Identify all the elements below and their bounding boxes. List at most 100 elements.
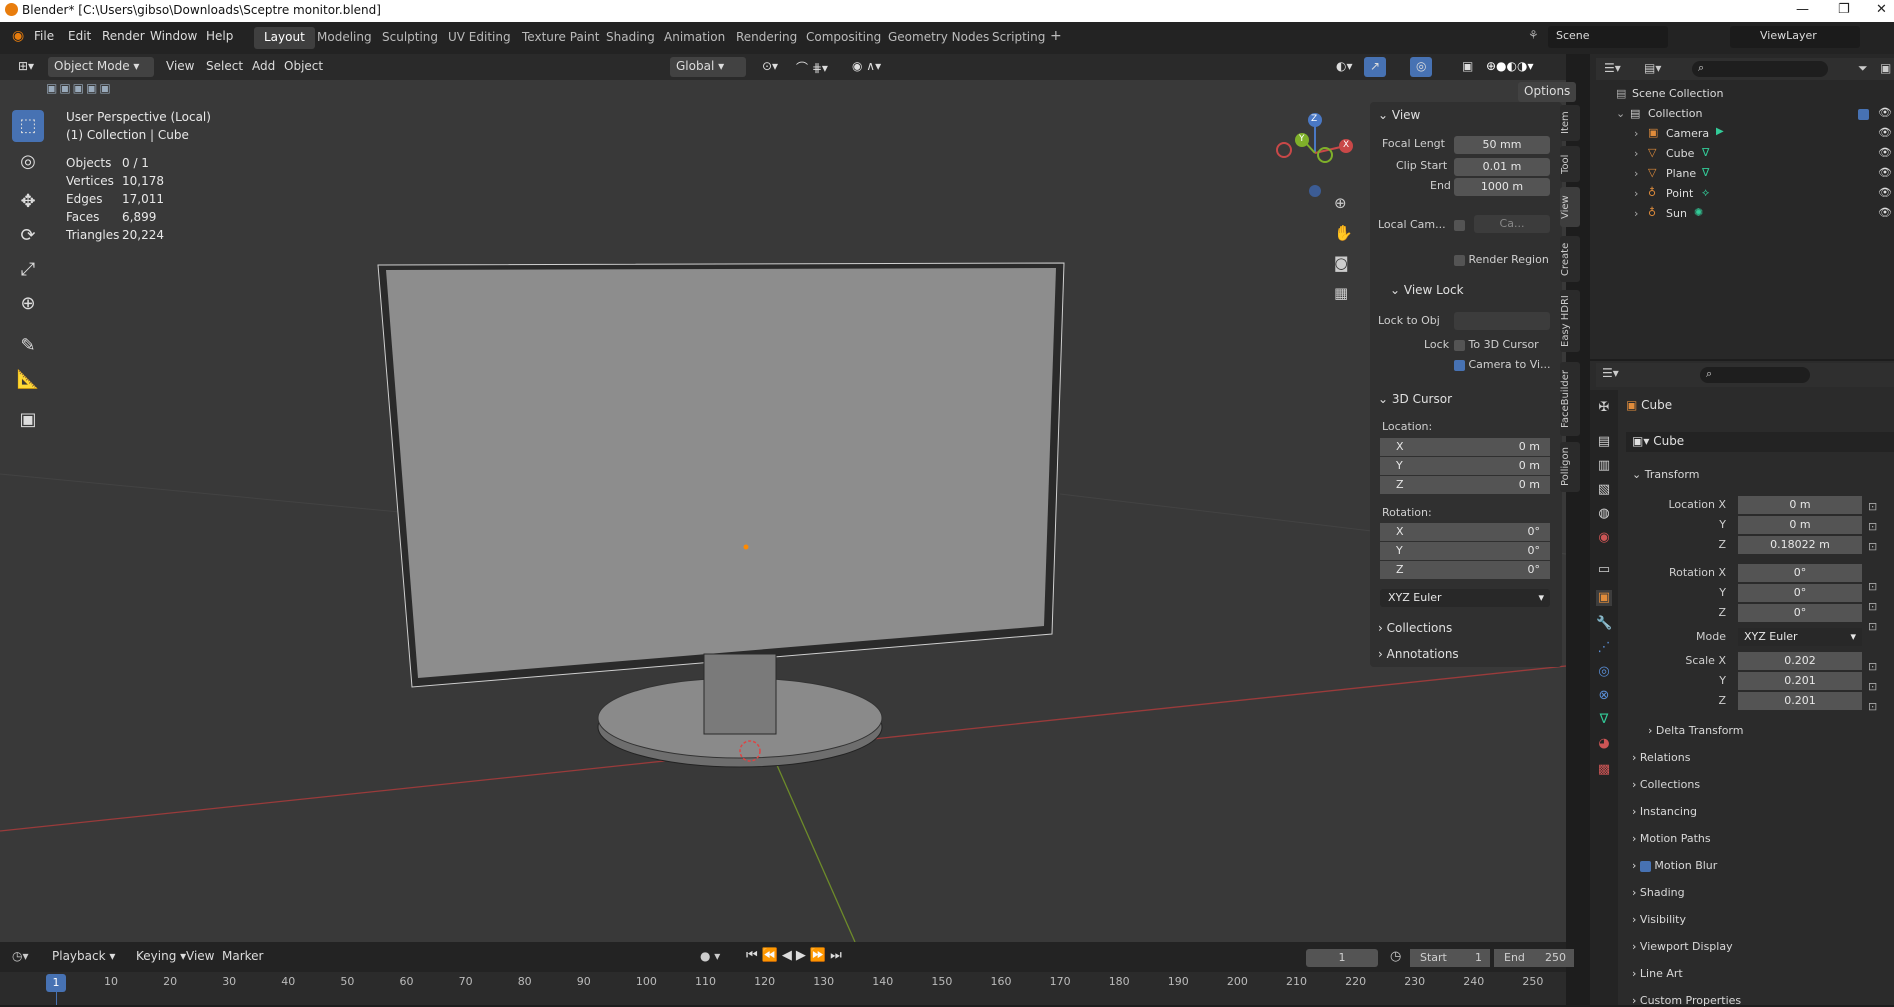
menu-add[interactable]: Add — [246, 57, 281, 77]
annotations-section[interactable]: › Annotations — [1378, 647, 1459, 661]
tab-animation[interactable]: Animation — [654, 27, 735, 49]
cursor-rotation-x[interactable]: X 0° — [1380, 523, 1550, 541]
clip-start-field[interactable]: 0.01 m — [1454, 158, 1550, 176]
modifier-tab-icon[interactable]: 🔧 — [1596, 616, 1612, 632]
scale-x-field[interactable]: 0.202 — [1738, 652, 1862, 670]
relations-section[interactable]: › Relations — [1632, 751, 1690, 764]
3d-cursor-header[interactable]: ⌄ 3D Cursor — [1378, 392, 1452, 406]
menu-window[interactable]: Window — [150, 29, 197, 43]
tab-modeling[interactable]: Modeling — [307, 27, 382, 49]
instancing-section[interactable]: › Instancing — [1632, 805, 1697, 818]
rotation-mode-dropdown[interactable]: XYZ Euler ▾ — [1380, 589, 1550, 607]
measure-icon[interactable]: 📐 — [12, 364, 44, 396]
rotation-y-field[interactable]: 0° — [1738, 584, 1862, 602]
visibility-icon[interactable]: ◐▾ — [1330, 57, 1359, 77]
collection-row[interactable]: ⌄ ▤ Collection 👁 — [1590, 104, 1894, 124]
options-dropdown[interactable]: Options — [1518, 82, 1577, 102]
tab-polligon[interactable]: Polligon — [1560, 442, 1580, 492]
local-camera-field[interactable]: Ca... — [1474, 215, 1550, 233]
focal-length-field[interactable]: 50 mm — [1454, 136, 1550, 154]
overlay-toggle-icon[interactable]: ◎ — [1410, 57, 1433, 77]
rotate-icon[interactable]: ⟳ — [12, 220, 44, 252]
menu-help[interactable]: Help — [206, 29, 233, 43]
outliner-search-input[interactable]: ⌕ — [1692, 61, 1828, 77]
local-camera-checkbox[interactable] — [1454, 218, 1465, 232]
view-menu[interactable]: View — [180, 947, 220, 967]
shading-modes-icon[interactable]: ⊕●◐◑▾ — [1480, 57, 1540, 77]
editor-type-icon[interactable]: ⊞▾ — [12, 57, 40, 77]
clip-end-field[interactable]: 1000 m — [1454, 178, 1550, 196]
scene-tab-icon[interactable]: ◍ — [1596, 506, 1612, 522]
eye-icon[interactable]: 👁 — [1878, 106, 1892, 119]
cursor-location-x[interactable]: X 0 m — [1380, 438, 1550, 456]
lock-to-3d-cursor-toggle[interactable]: To 3D Cursor — [1454, 338, 1539, 351]
viewlayer-field[interactable]: ViewLayer — [1730, 26, 1860, 48]
shading-section[interactable]: › Shading — [1632, 886, 1685, 899]
add-workspace-icon[interactable]: + — [1050, 28, 1062, 44]
proportional-edit-icon[interactable]: ◉ ∧▾ — [846, 57, 887, 77]
expand-icon[interactable]: ⌄ — [1616, 107, 1625, 120]
view-section-header[interactable]: ⌄ View — [1378, 108, 1420, 122]
physics-tab-icon[interactable]: ◎ — [1596, 664, 1612, 680]
collections-section[interactable]: › Collections — [1632, 778, 1700, 791]
minimize-icon[interactable]: — — [1796, 2, 1809, 17]
custom-properties-section[interactable]: › Custom Properties — [1632, 994, 1741, 1007]
output-tab-icon[interactable]: ▥ — [1596, 458, 1612, 474]
rotation-z-field[interactable]: 0° — [1738, 604, 1862, 622]
menu-select[interactable]: Select — [200, 57, 249, 77]
scene-field[interactable]: Scene — [1548, 26, 1668, 48]
pan-hand-icon[interactable]: ✋ — [1334, 224, 1353, 242]
object-name-field[interactable]: ▣▾ Cube — [1626, 432, 1894, 452]
close-icon[interactable]: ✕ — [1876, 2, 1887, 17]
eye-icon[interactable]: 👁 — [1878, 186, 1892, 199]
view-layer-tab-icon[interactable]: ▧ — [1596, 482, 1612, 498]
particles-tab-icon[interactable]: ⋰ — [1596, 640, 1612, 656]
viewport-display-section[interactable]: › Viewport Display — [1632, 940, 1733, 953]
move-icon[interactable]: ✥ — [12, 186, 44, 218]
select-box-icon[interactable]: ⬚ — [12, 110, 44, 142]
playhead-marker[interactable]: 1 — [46, 974, 66, 992]
constraints-tab-icon[interactable]: ⊗ — [1596, 688, 1612, 704]
filter-icon[interactable]: ⏷ — [1858, 61, 1868, 76]
eye-icon[interactable]: 👁 — [1878, 166, 1892, 179]
end-frame-field[interactable]: End 250 — [1494, 949, 1574, 967]
view-lock-header[interactable]: ⌄ View Lock — [1390, 283, 1464, 297]
motion-paths-section[interactable]: › Motion Paths — [1632, 832, 1711, 845]
editor-type-icon[interactable]: ◷▾ — [12, 949, 29, 963]
start-frame-field[interactable]: Start 1 — [1410, 949, 1490, 967]
menu-edit[interactable]: Edit — [68, 29, 91, 43]
transform-section-header[interactable]: ⌄ Transform — [1632, 468, 1699, 481]
add-cube-icon[interactable]: ▣ — [12, 404, 44, 436]
display-mode-icon[interactable]: ▤▾ — [1644, 61, 1661, 75]
collection-tab-icon[interactable]: ▭ — [1596, 562, 1612, 578]
expand-icon[interactable]: › — [1634, 187, 1638, 200]
menu-view[interactable]: View — [160, 57, 200, 77]
select-mode-icons[interactable]: ▣▣▣▣▣ — [46, 81, 140, 97]
scale-z-field[interactable]: 0.201 — [1738, 692, 1862, 710]
tab-tool[interactable]: Tool — [1560, 146, 1580, 182]
blender-menu-icon[interactable]: ◉ — [12, 28, 24, 44]
tab-compositing[interactable]: Compositing — [796, 27, 891, 49]
cursor-icon[interactable]: ◎ — [12, 146, 44, 178]
editor-type-icon[interactable]: ☰▾ — [1604, 61, 1621, 75]
outliner-item-camera[interactable]: › ▣ Camera ▶ 👁 — [1590, 124, 1894, 144]
tab-view[interactable]: View — [1560, 187, 1580, 227]
properties-search-input[interactable]: ⌕ — [1700, 367, 1810, 383]
outliner-item-sun[interactable]: › ♁ Sun ✺ 👁 — [1590, 204, 1894, 224]
gizmo-toggle-icon[interactable]: ↗ — [1364, 57, 1387, 77]
cursor-rotation-y[interactable]: Y 0° — [1380, 542, 1550, 560]
expand-icon[interactable]: › — [1634, 167, 1638, 180]
material-tab-icon[interactable]: ◕ — [1596, 736, 1612, 752]
rotation-x-field[interactable]: 0° — [1738, 564, 1862, 582]
cursor-location-y[interactable]: Y 0 m — [1380, 457, 1550, 475]
texture-tab-icon[interactable]: ▩ — [1596, 762, 1612, 778]
mode-dropdown[interactable]: Object Mode ▾ — [48, 57, 154, 77]
preview-range-icon[interactable]: ◷ — [1390, 949, 1401, 964]
3d-viewport[interactable]: User Perspective (Local) (1) Collection … — [0, 54, 1566, 942]
menu-object[interactable]: Object — [278, 57, 329, 77]
camera-to-view-toggle[interactable]: Camera to Vi... — [1454, 358, 1551, 371]
eye-icon[interactable]: 👁 — [1878, 146, 1892, 159]
location-z-field[interactable]: 0.18022 m — [1738, 536, 1862, 554]
world-tab-icon[interactable]: ◉ — [1596, 530, 1612, 546]
delta-transform-section[interactable]: › Delta Transform — [1648, 724, 1743, 737]
